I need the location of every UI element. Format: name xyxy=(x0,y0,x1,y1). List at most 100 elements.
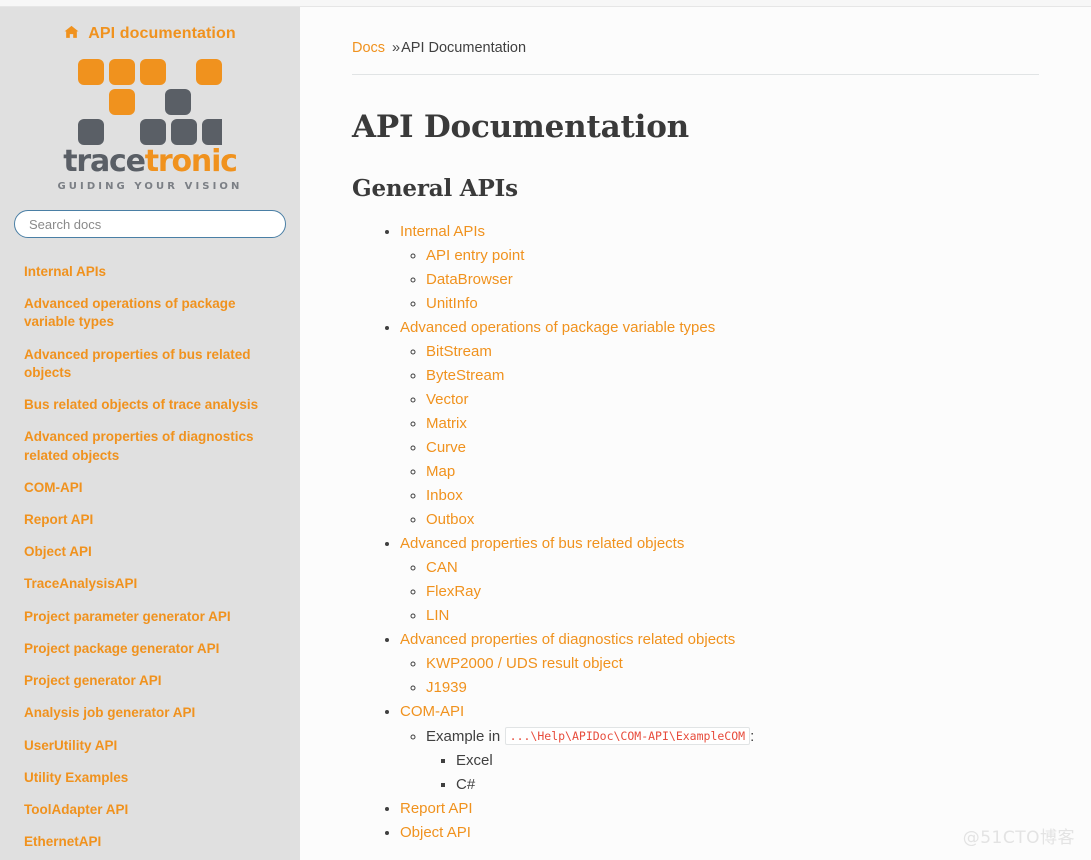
toc-link[interactable]: KWP2000 / UDS result object xyxy=(426,655,623,672)
list-item-example: Example in ...\Help\APIDoc\COM-API\Examp… xyxy=(426,724,1039,797)
example-path-code: ...\Help\APIDoc\COM-API\ExampleCOM xyxy=(504,726,751,745)
main-content: Docs »API Documentation API Documentation… xyxy=(300,7,1091,860)
list-item: Outbox xyxy=(426,508,1039,532)
list-item: Matrix xyxy=(426,412,1039,436)
toc-subsublist: Excel C# xyxy=(426,749,1039,797)
sidebar-link[interactable]: ToolAdapter API xyxy=(0,794,300,826)
toc-link[interactable]: Report API xyxy=(400,800,473,817)
list-item: Object API xyxy=(400,821,1039,845)
list-item: KWP2000 / UDS result object xyxy=(426,652,1039,676)
sidebar-brand[interactable]: API documentation xyxy=(0,7,300,43)
breadcrumb-current: API Documentation xyxy=(401,40,527,56)
watermark: @51CTO博客 xyxy=(962,828,1075,848)
sidebar-link[interactable]: Project generator API xyxy=(0,665,300,697)
sidebar-brand-label: API documentation xyxy=(88,25,236,42)
sidebar-item-com-api: COM-API xyxy=(0,472,300,504)
list-item: Report API xyxy=(400,797,1039,821)
sidebar-item-advanced-operations: Advanced operations of package variable … xyxy=(0,288,300,338)
toc-link[interactable]: Map xyxy=(426,463,455,480)
sidebar-link[interactable]: Advanced operations of package variable … xyxy=(0,288,300,338)
toc-link[interactable]: Advanced properties of bus related objec… xyxy=(400,535,684,552)
tracetronic-wordmark: tracetronic GUIDING YOUR VISION xyxy=(0,144,300,193)
breadcrumb-separator: » xyxy=(392,40,401,56)
toc-link[interactable]: Internal APIs xyxy=(400,223,485,240)
toc-link[interactable]: BitStream xyxy=(426,343,492,360)
sidebar-link[interactable]: COM-API xyxy=(0,472,300,504)
sidebar-link[interactable]: Object API xyxy=(0,536,300,568)
sidebar-item-internal-apis: Internal APIs xyxy=(0,256,300,288)
list-item: UnitInfo xyxy=(426,292,1039,316)
toc-sublist: CAN FlexRay LIN xyxy=(400,556,1039,628)
toc-link[interactable]: UnitInfo xyxy=(426,295,478,312)
sidebar-link[interactable]: Internal APIs xyxy=(0,256,300,288)
sidebar-item-report-api: Report API xyxy=(0,504,300,536)
breadcrumb-root-link[interactable]: Docs xyxy=(352,40,385,56)
sidebar-nav: Internal APIs Advanced operations of pac… xyxy=(0,256,300,858)
list-item: Vector xyxy=(426,388,1039,412)
toc-link[interactable]: CAN xyxy=(426,559,458,576)
wordmark-tronic: tronic xyxy=(144,144,238,179)
sidebar-item-traceanalysisapi: TraceAnalysisAPI xyxy=(0,568,300,600)
toc-link[interactable]: Advanced properties of diagnostics relat… xyxy=(400,631,735,648)
toc-link[interactable]: ByteStream xyxy=(426,367,504,384)
list-item: J1939 xyxy=(426,676,1039,700)
toc-link[interactable]: LIN xyxy=(426,607,449,624)
toc-link[interactable]: FlexRay xyxy=(426,583,481,600)
breadcrumb: Docs »API Documentation xyxy=(300,7,1091,56)
sidebar-item-bus-trace: Bus related objects of trace analysis xyxy=(0,389,300,421)
section-heading-general-apis: General APIs xyxy=(352,175,518,203)
home-icon xyxy=(64,25,79,43)
tracetronic-logo xyxy=(0,59,300,145)
list-item: Advanced operations of package variable … xyxy=(400,316,1039,532)
page-root: API documentation tracetronic GUIDING YO… xyxy=(0,0,1091,860)
list-item: COM-API Example in ...\Help\APIDoc\COM-A… xyxy=(400,700,1039,797)
sidebar-item-project-package-generator: Project package generator API xyxy=(0,633,300,665)
example-colon: : xyxy=(750,727,755,745)
toc-link[interactable]: Object API xyxy=(400,824,471,841)
toc-list: Internal APIs API entry point DataBrowse… xyxy=(352,220,1039,845)
list-item: Map xyxy=(426,460,1039,484)
sidebar-link[interactable]: Advanced properties of diagnostics relat… xyxy=(0,421,300,471)
list-item: Inbox xyxy=(426,484,1039,508)
toc-sublist: API entry point DataBrowser UnitInfo xyxy=(400,244,1039,316)
logo-grid-icon xyxy=(78,59,222,145)
toc-link[interactable]: DataBrowser xyxy=(426,271,513,288)
toc-link[interactable]: COM-API xyxy=(400,703,464,720)
toc-link[interactable]: Inbox xyxy=(426,487,463,504)
toc-link[interactable]: J1939 xyxy=(426,679,467,696)
example-item-csharp: C# xyxy=(456,775,476,793)
toc-link[interactable]: Outbox xyxy=(426,511,474,528)
toc-link[interactable]: Curve xyxy=(426,439,466,456)
toc-sublist: KWP2000 / UDS result object J1939 xyxy=(400,652,1039,700)
document-body: API Documentation General APIs Internal … xyxy=(300,109,1091,845)
list-item: FlexRay xyxy=(426,580,1039,604)
list-item: CAN xyxy=(426,556,1039,580)
toc-link[interactable]: Matrix xyxy=(426,415,467,432)
list-item: Advanced properties of diagnostics relat… xyxy=(400,628,1039,700)
list-item: C# xyxy=(456,773,1039,797)
list-item: LIN xyxy=(426,604,1039,628)
sidebar-link[interactable]: Project parameter generator API xyxy=(0,601,300,633)
sidebar-link[interactable]: Analysis job generator API xyxy=(0,697,300,729)
toc-sublist: Example in ...\Help\APIDoc\COM-API\Examp… xyxy=(400,724,1039,797)
sidebar-link[interactable]: TraceAnalysisAPI xyxy=(0,568,300,600)
sidebar-link[interactable]: EthernetAPI xyxy=(0,826,300,858)
list-item: Curve xyxy=(426,436,1039,460)
sidebar-link[interactable]: UserUtility API xyxy=(0,730,300,762)
toc-link[interactable]: Vector xyxy=(426,391,469,408)
sidebar-item-utility-examples: Utility Examples xyxy=(0,762,300,794)
sidebar-item-advanced-bus: Advanced properties of bus related objec… xyxy=(0,339,300,389)
list-item: ByteStream xyxy=(426,364,1039,388)
sidebar-link[interactable]: Report API xyxy=(0,504,300,536)
sidebar-item-advanced-diagnostics: Advanced properties of diagnostics relat… xyxy=(0,421,300,471)
sidebar-link[interactable]: Project package generator API xyxy=(0,633,300,665)
toc-link[interactable]: Advanced operations of package variable … xyxy=(400,319,715,336)
sidebar-item-project-parameter-generator: Project parameter generator API xyxy=(0,601,300,633)
sidebar-link[interactable]: Advanced properties of bus related objec… xyxy=(0,339,300,389)
toc-link[interactable]: API entry point xyxy=(426,247,524,264)
sidebar-link[interactable]: Bus related objects of trace analysis xyxy=(0,389,300,421)
sidebar-link[interactable]: Utility Examples xyxy=(0,762,300,794)
logo-tagline: GUIDING YOUR VISION xyxy=(57,181,243,192)
sidebar-item-tooladapter-api: ToolAdapter API xyxy=(0,794,300,826)
search-input[interactable] xyxy=(14,210,286,238)
